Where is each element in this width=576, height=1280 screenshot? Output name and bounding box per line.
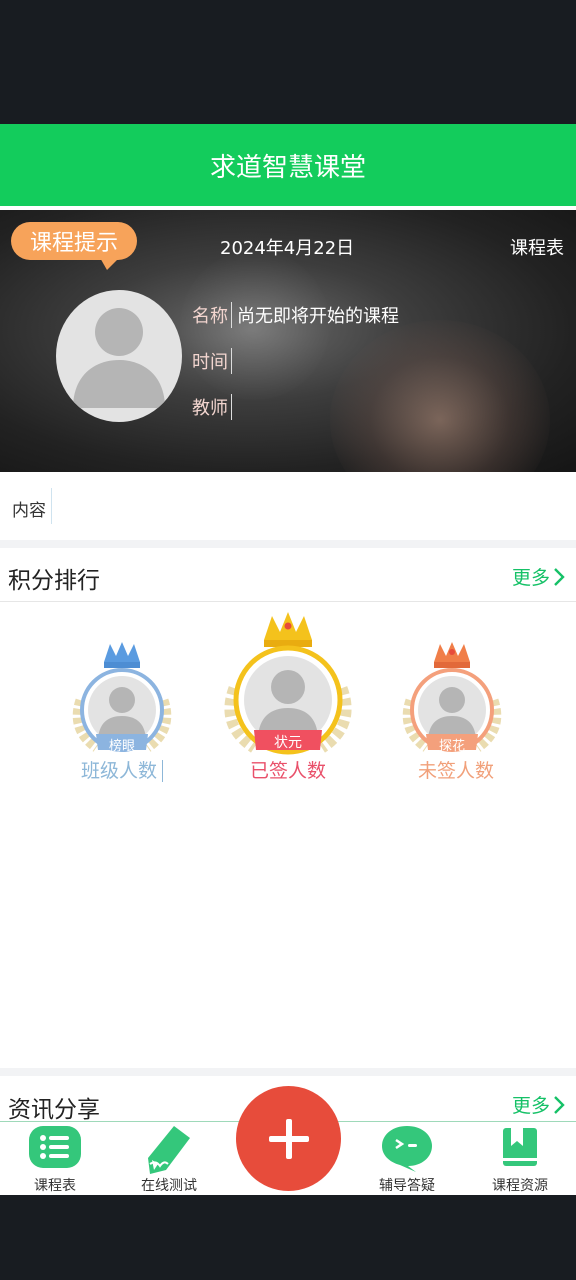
ranking-more-link[interactable]: 更多 (512, 563, 566, 590)
course-name-value: 尚无即将开始的课程 (237, 306, 399, 327)
medal-first-badge: 状元 (274, 735, 302, 751)
chevron-right-icon (554, 1095, 565, 1114)
tab-online-test[interactable]: 在线测试 (119, 1122, 219, 1196)
tab-schedule-label: 课程表 (34, 1178, 76, 1194)
course-time-row: 时间 (192, 348, 237, 374)
course-teacher-row: 教师 (192, 394, 237, 420)
tab-online-test-label: 在线测试 (141, 1178, 197, 1194)
news-more-link[interactable]: 更多 (512, 1091, 566, 1118)
chat-icon (382, 1126, 432, 1172)
medal-first[interactable]: 状元 (216, 610, 360, 758)
content-divider (51, 488, 52, 524)
tab-resources[interactable]: 课程资源 (470, 1122, 570, 1196)
ranking-more-label: 更多 (511, 567, 550, 589)
unsigned-count-label: 未签人数 (417, 760, 494, 782)
medal-second[interactable]: 榜眼 (66, 640, 178, 758)
status-bar-area (0, 0, 576, 124)
course-tip-badge: 课程提示 (11, 222, 137, 270)
course-name-row: 名称 尚无即将开始的课程 (192, 302, 399, 328)
ranking-title: 积分排行 (8, 568, 100, 594)
ranking-divider (0, 601, 576, 602)
schedule-link[interactable]: 课程表 (510, 234, 564, 260)
plus-icon (268, 1118, 309, 1159)
medal-third[interactable]: 探花 (396, 640, 508, 758)
tab-tutoring[interactable]: 辅导答疑 (357, 1122, 457, 1196)
section-gap (0, 1068, 576, 1076)
tab-resources-label: 课程资源 (492, 1178, 548, 1194)
add-button[interactable] (236, 1086, 341, 1191)
app-title: 求道智慧课堂 (209, 152, 366, 183)
class-count-label: 班级人数 (60, 756, 184, 783)
banner-hand-decoration (330, 320, 550, 472)
section-gap (0, 540, 576, 548)
medal-second-badge: 榜眼 (108, 739, 135, 754)
bookmark-book-icon (503, 1128, 537, 1166)
course-teacher-label: 教师 (192, 394, 232, 420)
news-more-label: 更多 (511, 1095, 550, 1117)
tab-schedule[interactable]: 课程表 (5, 1122, 105, 1196)
tab-tutoring-label: 辅导答疑 (379, 1178, 435, 1194)
system-nav-area (0, 1195, 576, 1280)
person-placeholder-icon (73, 308, 165, 408)
medal-third-badge: 探花 (438, 739, 465, 754)
class-count-divider (162, 760, 163, 782)
course-tip-banner: 课程提示 2024年4月22日 课程表 名称 尚无即将开始的课程 时间 教师 (0, 210, 576, 472)
app-title-bar: 求道智慧课堂 (0, 124, 576, 206)
news-title: 资讯分享 (8, 1097, 100, 1121)
teacher-avatar (56, 290, 182, 422)
course-time-label: 时间 (192, 348, 232, 374)
course-tip-badge-label: 课程提示 (29, 231, 118, 256)
signed-count-label: 已签人数 (249, 760, 326, 782)
content-row[interactable]: 内容 (0, 472, 576, 540)
banner-date: 2024年4月22日 (220, 238, 355, 259)
content-label: 内容 (12, 501, 46, 521)
ranking-section: 积分排行 更多 榜眼 班级人数 状元 已签人数 探花 未签人数 (0, 548, 576, 1068)
class-count-text: 班级人数 (80, 760, 157, 782)
pencil-icon (148, 1126, 190, 1174)
course-name-label: 名称 (192, 302, 232, 328)
list-icon (29, 1126, 81, 1168)
chevron-right-icon (554, 567, 565, 586)
